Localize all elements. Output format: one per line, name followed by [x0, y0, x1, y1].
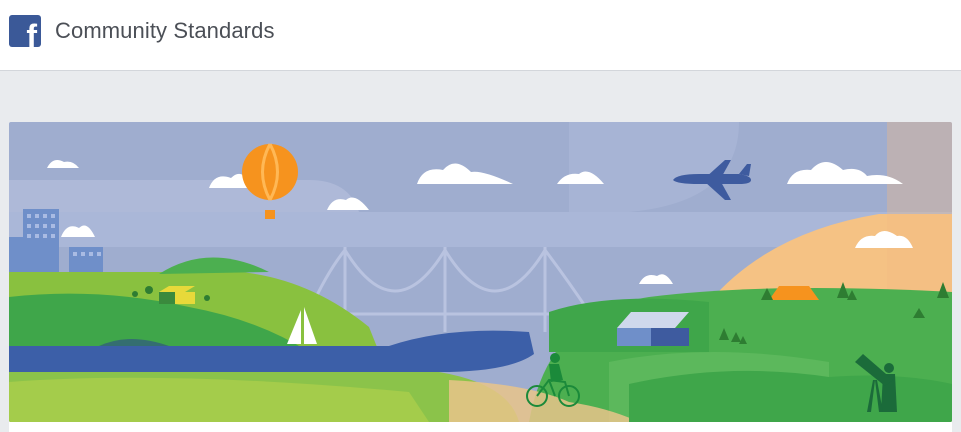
- card-body: [9, 422, 952, 432]
- barn: [617, 312, 689, 346]
- facebook-logo-icon[interactable]: f: [9, 15, 41, 47]
- top-bar: f Community Standards: [0, 0, 961, 71]
- logo-letter: f: [26, 18, 37, 47]
- page-title: Community Standards: [55, 18, 275, 43]
- cover-illustration: [9, 122, 952, 422]
